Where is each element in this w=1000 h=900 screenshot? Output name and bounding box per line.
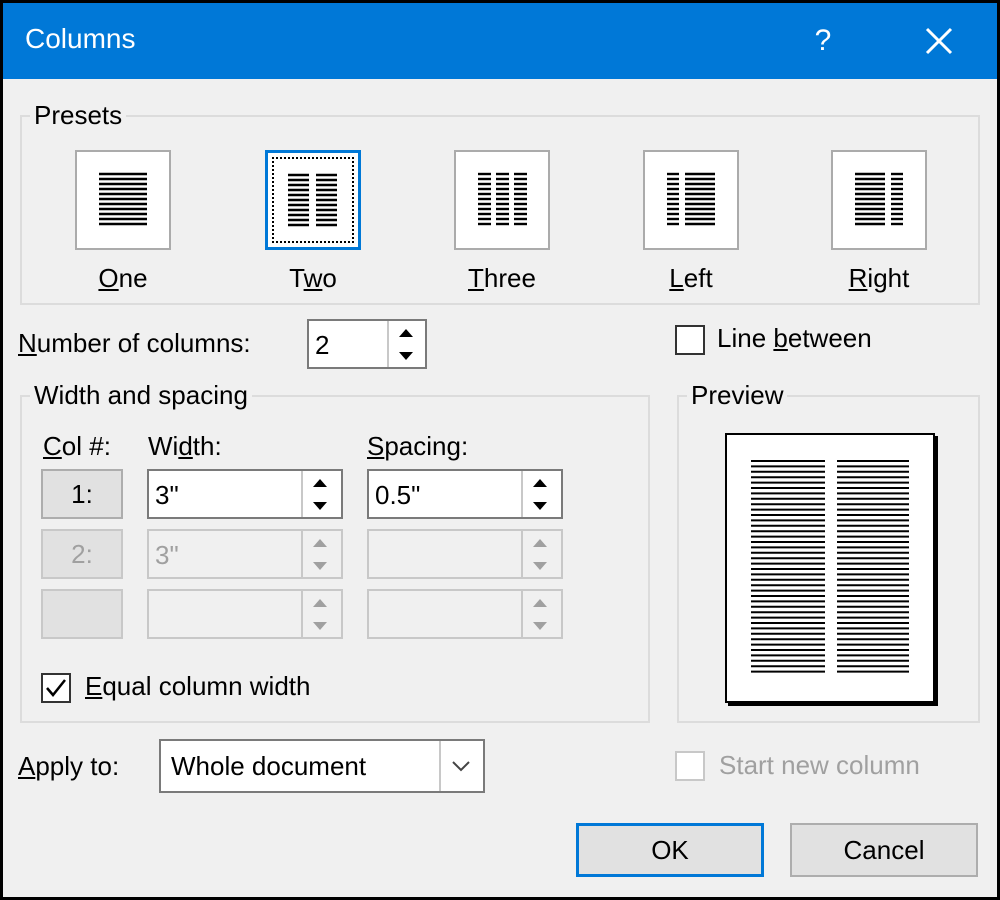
line-between-label[interactable]: Line between xyxy=(717,323,872,353)
line-between-checkbox[interactable] xyxy=(675,325,705,355)
width-spacing-group-label: Width and spacing xyxy=(30,380,252,410)
equal-column-width-label[interactable]: Equal column width xyxy=(85,671,310,701)
columns-dialog: Columns ? Presets One Two Three Left Rig… xyxy=(3,3,997,897)
col-3-width-spinner[interactable] xyxy=(301,591,335,637)
chevron-down-icon[interactable] xyxy=(439,741,483,791)
preset-right-button[interactable] xyxy=(831,150,927,250)
three-columns-icon xyxy=(478,172,527,226)
preset-three-label[interactable]: Three xyxy=(442,263,562,293)
width-header: Width: xyxy=(148,431,222,461)
start-new-column-checkbox[interactable] xyxy=(675,751,705,781)
close-button[interactable] xyxy=(915,17,963,65)
spin-up-icon[interactable] xyxy=(303,471,337,494)
spin-up-icon[interactable] xyxy=(389,321,423,344)
spin-up-icon[interactable] xyxy=(303,591,337,614)
col-1-width-spinner[interactable] xyxy=(301,471,335,517)
help-button[interactable]: ? xyxy=(803,17,843,65)
one-column-icon xyxy=(99,172,147,226)
two-column-preview-icon xyxy=(751,460,909,673)
spin-down-icon[interactable] xyxy=(523,614,557,637)
spin-down-icon[interactable] xyxy=(303,614,337,637)
spin-up-icon[interactable] xyxy=(303,531,337,554)
col-2-spacing-spinner[interactable] xyxy=(521,531,555,577)
two-columns-icon xyxy=(288,173,337,227)
spin-up-icon[interactable] xyxy=(523,531,557,554)
number-of-columns-spinner[interactable] xyxy=(387,321,421,367)
presets-group-label: Presets xyxy=(30,100,127,130)
preset-one-button[interactable] xyxy=(75,150,171,250)
apply-to-value: Whole document xyxy=(171,751,367,781)
col-3-spacing-spinner[interactable] xyxy=(521,591,555,637)
preview-group-label: Preview xyxy=(687,380,788,410)
number-of-columns-label: Number of columns: xyxy=(18,328,251,358)
equal-column-width-checkbox[interactable] xyxy=(41,673,71,703)
spin-up-icon[interactable] xyxy=(523,471,557,494)
col-1-spacing-spinner[interactable] xyxy=(521,471,555,517)
preset-two-label[interactable]: Two xyxy=(253,263,373,293)
col-1-button[interactable]: 1: xyxy=(41,469,123,519)
preset-one-label[interactable]: One xyxy=(63,263,183,293)
checkmark-icon xyxy=(46,679,66,697)
preview-page xyxy=(725,433,935,703)
col-2-button[interactable]: 2: xyxy=(41,529,123,579)
preset-right-label[interactable]: Right xyxy=(819,263,939,293)
spin-down-icon[interactable] xyxy=(523,554,557,577)
spin-down-icon[interactable] xyxy=(389,344,423,367)
preset-two-button[interactable] xyxy=(265,150,361,250)
left-columns-icon xyxy=(667,172,715,226)
cancel-button[interactable]: Cancel xyxy=(790,823,978,877)
preset-left-label[interactable]: Left xyxy=(631,263,751,293)
dialog-title: Columns xyxy=(25,23,136,54)
spin-down-icon[interactable] xyxy=(303,494,337,517)
apply-to-label: Apply to: xyxy=(18,751,120,781)
col-3-button[interactable] xyxy=(41,589,123,639)
start-new-column-label[interactable]: Start new column xyxy=(719,750,920,780)
preset-three-button[interactable] xyxy=(454,150,550,250)
ok-button[interactable]: OK xyxy=(576,823,764,877)
spin-up-icon[interactable] xyxy=(523,591,557,614)
spin-down-icon[interactable] xyxy=(303,554,337,577)
col-number-header: Col #: xyxy=(43,431,111,461)
title-bar: Columns ? xyxy=(3,3,997,79)
col-2-width-spinner[interactable] xyxy=(301,531,335,577)
preset-left-button[interactable] xyxy=(643,150,739,250)
spacing-header: Spacing: xyxy=(367,431,469,461)
spin-down-icon[interactable] xyxy=(523,494,557,517)
right-columns-icon xyxy=(855,172,903,226)
close-icon xyxy=(925,27,953,55)
apply-to-dropdown[interactable]: Whole document xyxy=(159,739,485,793)
